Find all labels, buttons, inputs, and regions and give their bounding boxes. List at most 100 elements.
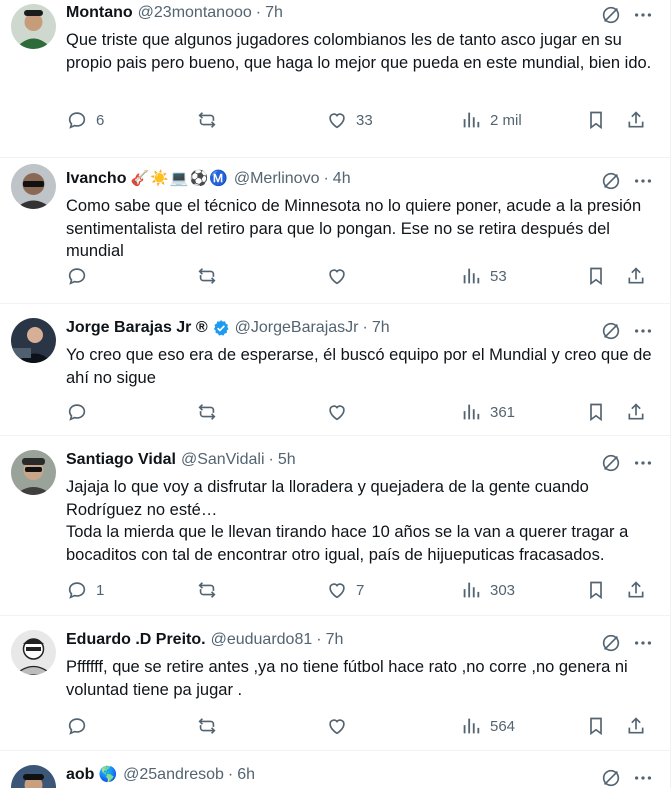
share-button[interactable] (626, 110, 646, 130)
more-icon[interactable] (632, 632, 654, 654)
grok-icon[interactable] (600, 767, 622, 788)
heart-icon (329, 269, 345, 285)
views-button[interactable]: 361 (460, 401, 600, 423)
views-icon (463, 268, 480, 284)
retweet-icon (198, 404, 216, 420)
author-handle[interactable]: @euduardo81 (211, 630, 313, 650)
retweet-button[interactable] (196, 401, 326, 423)
more-icon[interactable] (632, 170, 654, 192)
view-count: 361 (490, 403, 516, 421)
share-button[interactable] (626, 580, 646, 600)
timestamp[interactable]: 4h (333, 169, 351, 189)
tweet[interactable]: Montano @23montanooo · 7h Que triste que… (0, 0, 670, 158)
grok-icon[interactable] (600, 320, 622, 342)
bookmark-button[interactable] (586, 580, 606, 600)
retweet-button[interactable] (196, 265, 326, 287)
avatar[interactable] (11, 450, 56, 495)
grok-icon[interactable] (600, 632, 622, 654)
view-count: 53 (490, 267, 507, 285)
author-handle[interactable]: @25andresob (123, 765, 224, 785)
share-button[interactable] (626, 402, 646, 422)
more-icon[interactable] (632, 767, 654, 788)
tweet[interactable]: Santiago Vidal @SanVidali · 5h Jajaja lo… (0, 436, 670, 616)
author-handle[interactable]: @23montanooo (138, 3, 252, 23)
share-icon (628, 111, 644, 128)
avatar[interactable] (11, 4, 56, 49)
bookmark-button[interactable] (586, 402, 606, 422)
timestamp[interactable]: 7h (265, 3, 283, 23)
views-icon (463, 718, 480, 734)
author-handle[interactable]: @JorgeBarajasJr (235, 318, 359, 338)
like-button[interactable]: 7 (326, 579, 460, 601)
bookmark-icon (590, 717, 602, 736)
reply-button[interactable] (66, 265, 196, 287)
views-icon (463, 112, 480, 128)
bookmark-icon (590, 111, 602, 130)
like-button[interactable] (326, 265, 460, 287)
reply-count: 6 (96, 111, 105, 129)
timestamp[interactable]: 7h (326, 630, 344, 650)
reply-icon (68, 718, 86, 735)
like-count: 33 (356, 111, 373, 129)
retweet-icon (198, 112, 216, 128)
reply-icon (68, 268, 86, 285)
retweet-button[interactable] (196, 579, 326, 601)
reply-button[interactable]: 1 (66, 579, 196, 601)
reply-feed: Montano @23montanooo · 7h Que triste que… (0, 0, 671, 788)
share-button[interactable] (626, 266, 646, 286)
avatar[interactable] (11, 765, 56, 788)
views-button[interactable]: 303 (460, 579, 600, 601)
author-name[interactable]: Jorge Barajas Jr ® (66, 318, 208, 338)
heart-icon (329, 405, 345, 421)
like-button[interactable] (326, 401, 460, 423)
share-button[interactable] (626, 716, 646, 736)
retweet-button[interactable] (196, 109, 326, 131)
author-handle[interactable]: @SanVidali (181, 450, 265, 470)
timestamp[interactable]: 7h (372, 318, 390, 338)
views-icon (463, 582, 480, 598)
author-name[interactable]: Santiago Vidal (66, 450, 176, 470)
bookmark-button[interactable] (586, 716, 606, 736)
tweet[interactable]: Jorge Barajas Jr ® @JorgeBarajasJr · 7h … (0, 304, 670, 436)
tweet-text: Jajaja lo que voy a disfrutar la llorade… (66, 478, 629, 564)
share-icon (628, 717, 644, 734)
bookmark-icon (590, 581, 602, 600)
reply-icon (68, 112, 86, 129)
name-emojis: 🎸☀️💻⚽Ⓜ️ (130, 170, 229, 187)
grok-icon[interactable] (600, 452, 622, 474)
tweet-text: Que triste que algunos jugadores colombi… (66, 31, 652, 72)
views-button[interactable]: 564 (460, 715, 600, 737)
tweet[interactable]: Ivancho 🎸☀️💻⚽Ⓜ️ @Merlinovo · 4h Como sab… (0, 158, 670, 304)
more-icon[interactable] (632, 452, 654, 474)
avatar[interactable] (11, 164, 56, 209)
author-name[interactable]: Ivancho (66, 169, 126, 189)
tweet[interactable]: aob 🌎 @25andresob · 6h (0, 751, 670, 788)
retweet-icon (198, 582, 216, 598)
like-button[interactable] (326, 715, 460, 737)
views-button[interactable]: 53 (460, 265, 600, 287)
timestamp[interactable]: 5h (278, 450, 296, 470)
timestamp[interactable]: 6h (237, 765, 255, 785)
author-name[interactable]: Montano (66, 3, 133, 23)
avatar[interactable] (11, 630, 56, 675)
author-name[interactable]: aob (66, 765, 94, 785)
bookmark-button[interactable] (586, 266, 606, 286)
views-button[interactable]: 2 mil (460, 109, 600, 131)
bookmark-icon (590, 403, 602, 422)
more-icon[interactable] (632, 320, 654, 342)
author-name[interactable]: Eduardo .D Preito. (66, 630, 206, 650)
like-button[interactable]: 33 (326, 109, 460, 131)
grok-icon[interactable] (600, 170, 622, 192)
view-count: 2 mil (490, 111, 522, 129)
more-icon[interactable] (632, 4, 654, 26)
grok-icon[interactable] (600, 4, 622, 26)
author-handle[interactable]: @Merlinovo (234, 169, 320, 189)
reply-button[interactable] (66, 401, 196, 423)
reply-button[interactable]: 6 (66, 109, 196, 131)
bookmark-button[interactable] (586, 110, 606, 130)
avatar[interactable] (11, 318, 56, 363)
heart-icon (329, 583, 345, 599)
reply-button[interactable] (66, 715, 196, 737)
retweet-button[interactable] (196, 715, 326, 737)
tweet[interactable]: Eduardo .D Preito. @euduardo81 · 7h Pfff… (0, 616, 670, 751)
